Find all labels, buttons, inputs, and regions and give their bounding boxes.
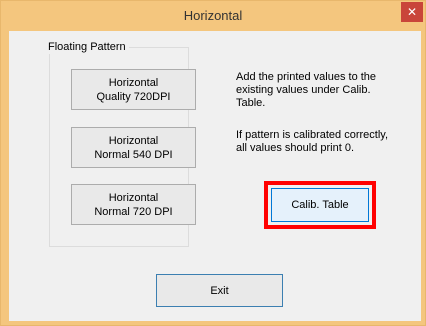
horizontal-quality-720dpi-button[interactable]: Horizontal Quality 720DPI: [71, 69, 196, 110]
calib-table-button[interactable]: Calib. Table: [271, 188, 369, 222]
floating-pattern-group-label: Floating Pattern: [45, 40, 129, 54]
instruction-text: Add the printed values to the existing v…: [236, 71, 377, 109]
close-icon: ✕: [406, 5, 418, 19]
button-label-line2: Normal 720 DPI: [94, 205, 173, 218]
calib-table-button-label: Calib. Table: [291, 199, 349, 211]
horizontal-normal-720dpi-button[interactable]: Horizontal Normal 720 DPI: [71, 184, 196, 225]
exit-button-label: Exit: [210, 284, 229, 297]
button-label-line2: Normal 540 DPI: [94, 148, 173, 161]
calibration-note-text: If pattern is calibrated correctly, all …: [236, 129, 389, 154]
exit-button[interactable]: Exit: [156, 274, 283, 307]
button-label-line1: Horizontal: [108, 76, 159, 89]
button-label-line1: Horizontal: [108, 191, 159, 204]
horizontal-normal-540dpi-button[interactable]: Horizontal Normal 540 DPI: [71, 127, 196, 168]
window-title: Horizontal: [183, 8, 243, 23]
button-label-line1: Horizontal: [108, 134, 159, 147]
dialog-window: Horizontal ✕ Floating Pattern Horizontal…: [0, 0, 426, 326]
title-bar[interactable]: Horizontal ✕: [1, 1, 425, 31]
button-label-line2: Quality 720DPI: [96, 90, 171, 103]
dialog-client-area: Floating Pattern Horizontal Quality 720D…: [9, 31, 421, 321]
close-button[interactable]: ✕: [401, 2, 423, 22]
